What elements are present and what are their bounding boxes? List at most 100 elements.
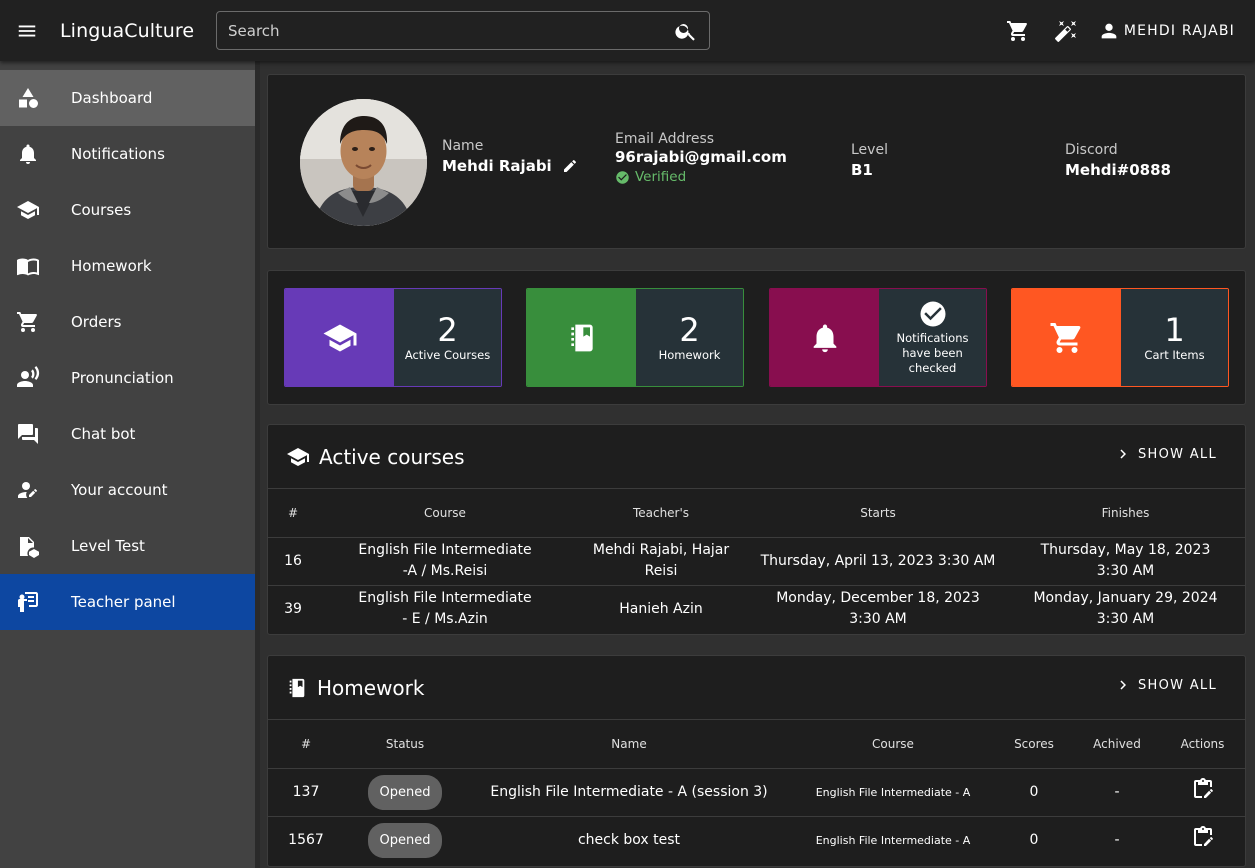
- sidebar-item-label: Courses: [71, 201, 132, 219]
- course-finishes: Monday, January 29, 2024 3:30 AM: [1033, 590, 1218, 628]
- notebook-icon: [289, 678, 305, 697]
- user-name: MEHDI RAJABI: [1123, 22, 1235, 39]
- column-header: #: [268, 489, 318, 538]
- homework-name: English File Intermediate - A (session 3…: [466, 768, 792, 817]
- table-row[interactable]: 1567 Opened check box test English File …: [268, 816, 1245, 864]
- homework-name: check box test: [577, 831, 681, 848]
- profile-card: Name Mehdi Rajabi Email Address 96rajabi…: [267, 74, 1246, 249]
- stat-caption: Notifications have been checked: [896, 331, 969, 375]
- profile-discord: Mehdi#0888: [1065, 161, 1171, 179]
- sidebar-item-notifications[interactable]: Notifications: [0, 126, 255, 182]
- homework-course: English File Intermediate - A: [792, 768, 994, 817]
- show-all-courses-button[interactable]: SHOW ALL: [1114, 445, 1217, 463]
- course-name: English File Intermediate - E / Ms.Azin: [358, 590, 532, 628]
- hamburger-icon: [18, 25, 36, 36]
- column-header: Course: [318, 489, 572, 538]
- cart-icon: [17, 312, 37, 332]
- chat-icon: [18, 424, 38, 444]
- homework-id: 137: [268, 768, 344, 817]
- profile-level: B1: [851, 161, 873, 179]
- homework-table: # Status Name Course Scores Achived Acti…: [268, 720, 1245, 864]
- level-field: Level B1: [851, 142, 888, 179]
- course-teacher: Mehdi Rajabi, Hajar Reisi: [572, 537, 750, 586]
- stat-active-courses[interactable]: 2 Active Courses: [284, 288, 502, 387]
- school-icon: [323, 324, 356, 351]
- bell-icon: [20, 144, 36, 164]
- stat-value: 2: [437, 311, 458, 349]
- column-header: Name: [466, 720, 792, 769]
- search-input[interactable]: [228, 21, 663, 40]
- table-row[interactable]: 39 English File Intermediate - E / Ms.Az…: [268, 585, 1245, 633]
- column-header: Finishes: [1006, 489, 1245, 538]
- verified-label: Verified: [635, 169, 687, 185]
- menu-button[interactable]: [0, 0, 54, 61]
- cart-icon[interactable]: [994, 7, 1042, 55]
- discord-label: Discord: [1065, 142, 1118, 158]
- search-icon[interactable]: [663, 19, 709, 43]
- app-title[interactable]: LinguaCulture: [60, 20, 216, 42]
- clipboard-edit-icon[interactable]: [1191, 777, 1215, 801]
- sidebar-item-label: Teacher panel: [71, 593, 176, 611]
- name-field: Name Mehdi Rajabi: [442, 138, 578, 175]
- sidebar-item-pronunciation[interactable]: Pronunciation: [0, 350, 255, 406]
- category-icon: [19, 88, 38, 108]
- theme-toggle-icon[interactable]: [1042, 7, 1090, 55]
- homework-score: 0: [994, 768, 1074, 817]
- bell-icon: [813, 324, 836, 352]
- sidebar-item-label: Pronunciation: [71, 369, 174, 387]
- homework-achived: -: [1114, 831, 1120, 848]
- profile-email: 96rajabi@gmail.com: [615, 148, 787, 166]
- sidebar-item-courses[interactable]: Courses: [0, 182, 255, 238]
- stat-notifications[interactable]: Notifications have been checked: [769, 288, 987, 387]
- course-starts: Monday, December 18, 2023 3:30 AM: [776, 590, 980, 628]
- sidebar-item-your-account[interactable]: Your account: [0, 462, 255, 518]
- discord-field: Discord Mehdi#0888: [1065, 142, 1171, 179]
- table-row[interactable]: 16 English File Intermediate -A / Ms.Rei…: [268, 537, 1245, 586]
- sidebar-item-homework[interactable]: Homework: [0, 238, 255, 294]
- sidebar-item-label: Homework: [71, 257, 152, 275]
- sidebar: Dashboard Notifications Courses Homework…: [0, 61, 255, 868]
- sidebar-item-label: Chat bot: [71, 425, 136, 443]
- person-edit-icon: [18, 482, 37, 498]
- name-label: Name: [442, 138, 484, 154]
- edit-icon[interactable]: [562, 158, 578, 174]
- homework-title: Homework: [317, 675, 425, 700]
- show-all-homework-button[interactable]: SHOW ALL: [1114, 676, 1217, 694]
- sidebar-item-label: Orders: [71, 313, 122, 331]
- sidebar-item-orders[interactable]: Orders: [0, 294, 255, 350]
- active-courses-card: Active courses SHOW ALL # Course Teacher…: [267, 424, 1246, 635]
- column-header: Status: [344, 720, 466, 769]
- stat-value: 2: [679, 311, 700, 349]
- clipboard-edit-icon[interactable]: [1191, 825, 1215, 849]
- course-finishes: Thursday, May 18, 2023 3:30 AM: [1006, 537, 1245, 586]
- course-teacher: Hanieh Azin: [619, 600, 703, 617]
- sidebar-item-level-test[interactable]: Level Test: [0, 518, 255, 574]
- cart-icon: [1050, 322, 1080, 353]
- column-header: Achived: [1074, 720, 1160, 769]
- sidebar-item-label: Notifications: [71, 145, 165, 163]
- sidebar-item-label: Level Test: [71, 537, 145, 555]
- course-starts: Thursday, April 13, 2023 3:30 AM: [750, 537, 1006, 586]
- course-name: English File Intermediate -A / Ms.Reisi: [318, 537, 572, 586]
- homework-course: English File Intermediate - A: [815, 833, 971, 847]
- status-chip: Opened: [367, 774, 443, 810]
- homework-id: 1567: [288, 831, 324, 848]
- sidebar-item-dashboard[interactable]: Dashboard: [0, 70, 255, 126]
- school-icon: [17, 201, 39, 219]
- scrollbar[interactable]: [255, 61, 260, 868]
- homework-score: 0: [1029, 831, 1039, 848]
- column-header: Scores: [994, 720, 1074, 769]
- stat-homework[interactable]: 2 Homework: [526, 288, 744, 387]
- sidebar-item-chat-bot[interactable]: Chat bot: [0, 406, 255, 462]
- table-row[interactable]: 137 Opened English File Intermediate - A…: [268, 768, 1245, 817]
- person-icon: [1101, 23, 1117, 38]
- stat-caption: Homework: [658, 348, 721, 362]
- status-chip: Opened: [367, 822, 443, 858]
- show-all-label: SHOW ALL: [1137, 677, 1217, 693]
- chevron-right-icon: [1120, 449, 1126, 459]
- sidebar-item-label: Your account: [71, 481, 168, 499]
- user-menu-button[interactable]: MEHDI RAJABI: [1098, 20, 1235, 42]
- column-header: #: [268, 720, 344, 769]
- sidebar-item-teacher-panel[interactable]: Teacher panel: [0, 574, 255, 630]
- stat-cart-items[interactable]: 1 Cart Items: [1011, 288, 1229, 387]
